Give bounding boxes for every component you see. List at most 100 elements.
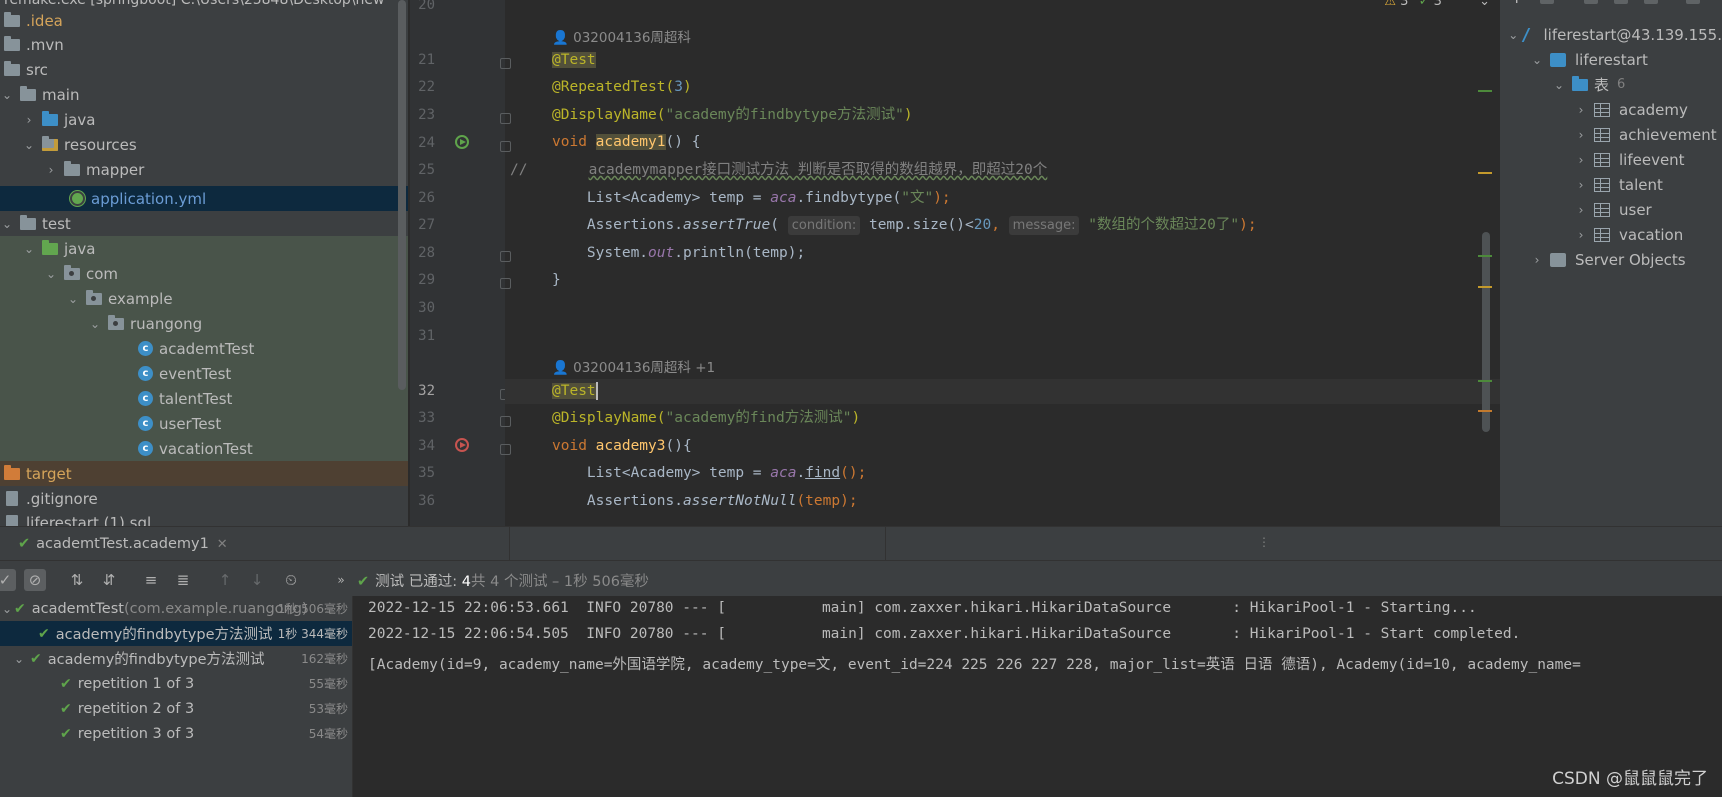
test-node-class[interactable]: ⌄ ✔ academtTest (com.example.ruangong) 1… (0, 596, 352, 621)
test-repetition[interactable]: ✔ repetition 3 of 3 54毫秒 (0, 721, 352, 746)
chevron-down-icon[interactable]: ⌄ (22, 242, 36, 256)
code-line-28[interactable]: System.out.println(temp); (552, 241, 805, 266)
code-editor[interactable]: 20 21 22 23 24 25 26 27 28 29 30 31 32 3… (410, 0, 1500, 526)
table-view-icon[interactable] (1644, 0, 1658, 4)
error-stripe-marker[interactable] (1478, 286, 1492, 288)
error-stripe-marker[interactable] (1478, 90, 1492, 92)
sort-alpha-icon[interactable]: ⇅ (66, 569, 88, 591)
test-repetition[interactable]: ✔ repetition 1 of 3 55毫秒 (0, 671, 352, 696)
chevron-down-icon[interactable]: ⌄ (0, 217, 14, 231)
db-tables-folder[interactable]: ⌄ 表 6 (1500, 72, 1722, 97)
code-line-24[interactable]: void academy1() { (552, 130, 700, 155)
db-server-objects[interactable]: › Server Objects (1500, 247, 1722, 272)
chevron-right-icon[interactable]: › (1574, 203, 1588, 217)
show-ignored-icon[interactable]: ⊘ (24, 569, 46, 591)
chevron-right-icon[interactable]: › (22, 113, 36, 127)
refresh-icon[interactable] (1584, 0, 1598, 4)
chevron-right-icon[interactable]: › (1574, 103, 1588, 117)
code-line-29[interactable]: } (552, 268, 561, 293)
tree-item-com[interactable]: ⌄ com (0, 261, 408, 286)
chevron-down-icon[interactable]: ⌄ (22, 138, 36, 152)
chevron-down-icon[interactable]: ⌄ (1552, 78, 1566, 92)
error-stripe-marker[interactable] (1478, 380, 1492, 382)
close-icon[interactable]: ✕ (217, 537, 228, 552)
chevron-up-icon[interactable]: ⌃ (1456, 0, 1467, 9)
code-line-21[interactable]: @Test (552, 48, 596, 73)
db-table-academy[interactable]: › academy (1500, 97, 1722, 122)
db-table-talent[interactable]: › talent (1500, 172, 1722, 197)
tree-item-idea[interactable]: .idea (0, 8, 408, 33)
fold-marker[interactable] (500, 251, 511, 262)
chevron-down-icon[interactable]: ⌄ (66, 292, 80, 306)
tree-item-test[interactable]: ⌄ test (0, 211, 408, 236)
add-icon[interactable]: + (1510, 0, 1524, 6)
code-line-23[interactable]: @DisplayName("academy的findbytype方法测试") (552, 103, 913, 128)
project-scrollbar[interactable] (398, 0, 406, 390)
test-node[interactable]: ⌄ ✔ academy的findbytype方法测试 162毫秒 (0, 646, 352, 671)
chevron-down-icon[interactable]: ⌄ (12, 652, 26, 666)
tree-item-example[interactable]: ⌄ example (0, 286, 408, 311)
fold-marker[interactable] (500, 278, 511, 289)
expand-all-icon[interactable]: ≡ (140, 569, 162, 591)
tree-item-ruangong[interactable]: ⌄ ruangong (0, 311, 408, 336)
db-connection[interactable]: ⌄ liferestart@43.139.155. (1500, 22, 1722, 47)
code-line-34[interactable]: void academy3(){ (552, 434, 692, 459)
db-table-lifeevent[interactable]: › lifeevent (1500, 147, 1722, 172)
run-test-failed-icon[interactable] (455, 437, 471, 453)
fold-marker[interactable] (500, 113, 511, 124)
tree-item-main[interactable]: ⌄ main (0, 82, 408, 107)
copy-icon[interactable] (1540, 0, 1554, 4)
tree-item-academtTest[interactable]: c academtTest (0, 336, 408, 361)
code-line-27[interactable]: Assertions.assertTrue( condition: temp.s… (552, 213, 1257, 238)
tree-item-mvn[interactable]: .mvn (0, 32, 408, 57)
run-tab[interactable]: ✔ academtTest.academy1 ✕ (0, 527, 510, 561)
test-repetition[interactable]: ✔ repetition 2 of 3 53毫秒 (0, 696, 352, 721)
error-stripe-marker[interactable] (1478, 410, 1492, 412)
tree-item-application-yml[interactable]: application.yml (0, 186, 408, 211)
chevron-down-icon[interactable]: ⌄ (88, 317, 102, 331)
more-icon[interactable]: ⋮ (1258, 535, 1270, 549)
db-table-achievement[interactable]: › achievement (1500, 122, 1722, 147)
error-stripe-marker[interactable] (1478, 172, 1492, 174)
inspection-widget[interactable]: ⚠ 3 ✓ 3 ⌃ ⌄ (1384, 0, 1490, 9)
code-line-32[interactable]: @Test (505, 379, 1500, 404)
tree-item-eventTest[interactable]: c eventTest (0, 361, 408, 386)
code-line-25[interactable]: // academymapper接口测试方法 判断是否取得的数组越界，即超过20… (510, 158, 1047, 183)
previous-icon[interactable]: ↑ (214, 569, 236, 591)
tree-item-resources[interactable]: ⌄ resources (0, 132, 408, 157)
tree-item-mapper[interactable]: › mapper (0, 157, 408, 182)
chevron-right-icon[interactable]: › (1574, 153, 1588, 167)
author-hint[interactable]: 👤 032004136周超科 +1 (552, 356, 715, 376)
chevron-down-icon[interactable]: ⌄ (1508, 28, 1519, 42)
more-actions-icon[interactable]: » (330, 569, 352, 591)
tree-item-test-java[interactable]: ⌄ java (0, 236, 408, 261)
chevron-right-icon[interactable]: › (44, 163, 58, 177)
history-icon[interactable]: ⏲ (280, 569, 302, 591)
error-stripe-marker[interactable] (1478, 255, 1492, 257)
chevron-right-icon[interactable]: › (1574, 178, 1588, 192)
code-line-33[interactable]: @DisplayName("academy的find方法测试") (552, 406, 860, 431)
fold-marker[interactable] (500, 416, 511, 427)
db-table-vacation[interactable]: › vacation (1500, 222, 1722, 247)
chevron-right-icon[interactable]: › (1574, 128, 1588, 142)
fold-marker[interactable] (500, 58, 511, 69)
db-table-user[interactable]: › user (1500, 197, 1722, 222)
show-passed-icon[interactable]: ✓ (0, 569, 16, 591)
chevron-right-icon[interactable]: › (1574, 228, 1588, 242)
chevron-right-icon[interactable]: › (1530, 253, 1544, 267)
tree-item-target[interactable]: target (0, 461, 408, 486)
fold-marker[interactable] (500, 141, 511, 152)
sort-duration-icon[interactable]: ⇵ (98, 569, 120, 591)
tree-item-main-java[interactable]: › java (0, 107, 408, 132)
tree-item-src[interactable]: src (0, 57, 408, 82)
grid-icon[interactable] (1686, 0, 1700, 4)
run-test-icon[interactable] (455, 134, 471, 150)
code-line-35[interactable]: List<Academy> temp = aca.find(); (552, 461, 866, 486)
tree-item-talentTest[interactable]: c talentTest (0, 386, 408, 411)
code-line-22[interactable]: @RepeatedTest(3) (552, 75, 692, 100)
code-line-36[interactable]: Assertions.assertNotNull(temp); (552, 489, 858, 514)
chevron-down-icon[interactable]: ⌄ (0, 602, 14, 616)
next-icon[interactable]: ↓ (246, 569, 268, 591)
author-hint[interactable]: 👤 032004136周超科 (552, 26, 691, 46)
tree-item-sql[interactable]: liferestart (1).sql (0, 510, 408, 526)
